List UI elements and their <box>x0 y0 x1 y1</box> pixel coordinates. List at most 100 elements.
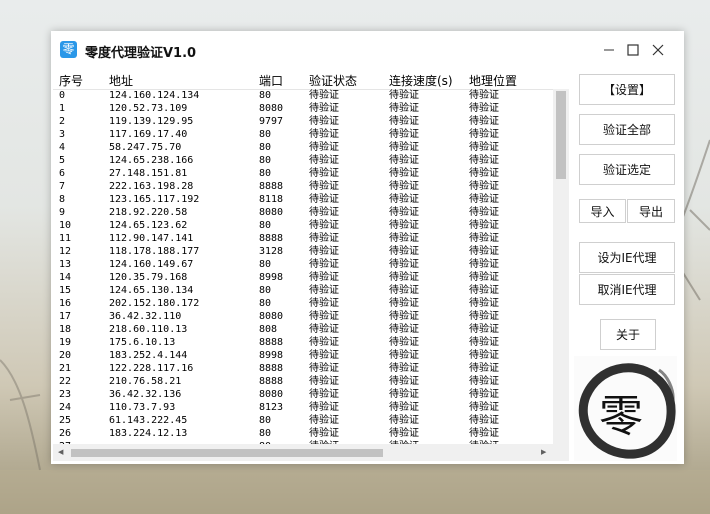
table-row[interactable]: 7 222.163.198.28 8888 待验证 待验证 待验证 <box>53 180 553 193</box>
table-row[interactable]: 23 36.42.32.136 8080 待验证 待验证 待验证 <box>53 388 553 401</box>
table-row[interactable]: 15 124.65.130.134 80 待验证 待验证 待验证 <box>53 284 553 297</box>
cell-address: 124.160.149.67 <box>109 259 194 270</box>
table-row[interactable]: 21 122.228.117.16 8888 待验证 待验证 待验证 <box>53 362 553 375</box>
vertical-scrollbar[interactable] <box>553 89 569 444</box>
cell-status: 待验证 <box>309 103 339 114</box>
table-row[interactable]: 18 218.60.110.13 808 待验证 待验证 待验证 <box>53 323 553 336</box>
table-row[interactable]: 11 112.90.147.141 8888 待验证 待验证 待验证 <box>53 232 553 245</box>
table-row[interactable]: 24 110.73.7.93 8123 待验证 待验证 待验证 <box>53 401 553 414</box>
cell-index: 23 <box>59 389 72 400</box>
cell-port: 8123 <box>259 402 284 413</box>
horizontal-scrollbar[interactable]: ◀ ▶ <box>53 444 553 461</box>
cell-status: 待验证 <box>309 142 339 153</box>
cell-speed: 待验证 <box>389 168 419 179</box>
header-port[interactable]: 端口 <box>259 72 283 89</box>
header-address[interactable]: 地址 <box>109 72 133 89</box>
title-bar[interactable]: 零 零度代理验证V1.0 <box>51 31 684 69</box>
table-row[interactable]: 19 175.6.10.13 8888 待验证 待验证 待验证 <box>53 336 553 349</box>
table-row[interactable]: 20 183.252.4.144 8998 待验证 待验证 待验证 <box>53 349 553 362</box>
cell-location: 待验证 <box>469 207 499 218</box>
proxy-list[interactable]: 序号 地址 端口 验证状态 连接速度(s) 地理位置 0 124.160.124.… <box>53 70 569 461</box>
export-button[interactable]: 导出 <box>627 199 675 223</box>
cell-location: 待验证 <box>469 389 499 400</box>
table-row[interactable]: 8 123.165.117.192 8118 待验证 待验证 待验证 <box>53 193 553 206</box>
cell-port: 80 <box>259 155 272 166</box>
cell-speed: 待验证 <box>389 311 419 322</box>
cell-status: 待验证 <box>309 220 339 231</box>
close-icon[interactable] <box>648 40 668 60</box>
cell-address: 27.148.151.81 <box>109 168 188 179</box>
header-location[interactable]: 地理位置 <box>469 72 517 89</box>
cell-status: 待验证 <box>309 298 339 309</box>
table-row[interactable]: 12 118.178.188.177 3128 待验证 待验证 待验证 <box>53 245 553 258</box>
cell-index: 21 <box>59 363 72 374</box>
cell-status: 待验证 <box>309 246 339 257</box>
cell-speed: 待验证 <box>389 272 419 283</box>
cell-address: 110.73.7.93 <box>109 402 176 413</box>
cell-status: 待验证 <box>309 233 339 244</box>
vertical-scroll-thumb[interactable] <box>556 91 566 179</box>
table-row[interactable]: 6 27.148.151.81 80 待验证 待验证 待验证 <box>53 167 553 180</box>
table-row[interactable]: 2 119.139.129.95 9797 待验证 待验证 待验证 <box>53 115 553 128</box>
cell-status: 待验证 <box>309 259 339 270</box>
header-speed[interactable]: 连接速度(s) <box>389 72 453 89</box>
cell-location: 待验证 <box>469 415 499 426</box>
cell-status: 待验证 <box>309 363 339 374</box>
table-row[interactable]: 22 210.76.58.21 8888 待验证 待验证 待验证 <box>53 375 553 388</box>
minimize-icon[interactable] <box>599 40 619 60</box>
table-row[interactable]: 26 183.224.12.13 80 待验证 待验证 待验证 <box>53 427 553 440</box>
cell-port: 80 <box>259 129 272 140</box>
table-row[interactable]: 16 202.152.180.172 80 待验证 待验证 待验证 <box>53 297 553 310</box>
horizontal-scroll-thumb[interactable] <box>71 449 383 457</box>
cell-status: 待验证 <box>309 181 339 192</box>
cell-index: 5 <box>59 155 66 166</box>
cell-location: 待验证 <box>469 246 499 257</box>
cell-address: 61.143.222.45 <box>109 415 188 426</box>
table-row[interactable]: 1 120.52.73.109 8080 待验证 待验证 待验证 <box>53 102 553 115</box>
table-row[interactable]: 4 58.247.75.70 80 待验证 待验证 待验证 <box>53 141 553 154</box>
scroll-left-icon[interactable]: ◀ <box>58 448 63 456</box>
cell-speed: 待验证 <box>389 298 419 309</box>
cell-port: 808 <box>259 324 278 335</box>
table-row[interactable]: 5 124.65.238.166 80 待验证 待验证 待验证 <box>53 154 553 167</box>
settings-button[interactable]: 【设置】 <box>579 74 675 105</box>
table-row[interactable]: 17 36.42.32.110 8080 待验证 待验证 待验证 <box>53 310 553 323</box>
cell-address: 124.65.130.134 <box>109 285 194 296</box>
table-row[interactable]: 25 61.143.222.45 80 待验证 待验证 待验证 <box>53 414 553 427</box>
cell-status: 待验证 <box>309 168 339 179</box>
cell-index: 20 <box>59 350 72 361</box>
cell-index: 14 <box>59 272 72 283</box>
table-row[interactable]: 14 120.35.79.168 8998 待验证 待验证 待验证 <box>53 271 553 284</box>
table-row[interactable]: 3 117.169.17.40 80 待验证 待验证 待验证 <box>53 128 553 141</box>
header-status[interactable]: 验证状态 <box>309 72 357 89</box>
cell-speed: 待验证 <box>389 194 419 205</box>
scroll-right-icon[interactable]: ▶ <box>541 448 546 456</box>
header-index[interactable]: 序号 <box>59 72 83 89</box>
cell-location: 待验证 <box>469 155 499 166</box>
table-row[interactable]: 10 124.65.123.62 80 待验证 待验证 待验证 <box>53 219 553 232</box>
import-button[interactable]: 导入 <box>579 199 626 223</box>
verify-all-button[interactable]: 验证全部 <box>579 114 675 145</box>
cell-speed: 待验证 <box>389 116 419 127</box>
cell-speed: 待验证 <box>389 350 419 361</box>
cell-speed: 待验证 <box>389 142 419 153</box>
table-row[interactable]: 0 124.160.124.134 80 待验证 待验证 待验证 <box>53 89 553 102</box>
cancel-ie-proxy-button[interactable]: 取消IE代理 <box>579 274 675 305</box>
cell-port: 80 <box>259 142 272 153</box>
set-ie-proxy-button[interactable]: 设为IE代理 <box>579 242 675 273</box>
maximize-icon[interactable] <box>623 40 643 60</box>
cell-location: 待验证 <box>469 311 499 322</box>
about-button[interactable]: 关于 <box>600 319 656 350</box>
cell-address: 117.169.17.40 <box>109 129 188 140</box>
cell-location: 待验证 <box>469 272 499 283</box>
cell-status: 待验证 <box>309 324 339 335</box>
cell-port: 8080 <box>259 207 284 218</box>
verify-selected-button[interactable]: 验证选定 <box>579 154 675 185</box>
cell-index: 24 <box>59 402 72 413</box>
cell-status: 待验证 <box>309 402 339 413</box>
cell-port: 80 <box>259 168 272 179</box>
cell-address: 183.252.4.144 <box>109 350 188 361</box>
table-row[interactable]: 9 218.92.220.58 8080 待验证 待验证 待验证 <box>53 206 553 219</box>
cell-speed: 待验证 <box>389 285 419 296</box>
table-row[interactable]: 13 124.160.149.67 80 待验证 待验证 待验证 <box>53 258 553 271</box>
